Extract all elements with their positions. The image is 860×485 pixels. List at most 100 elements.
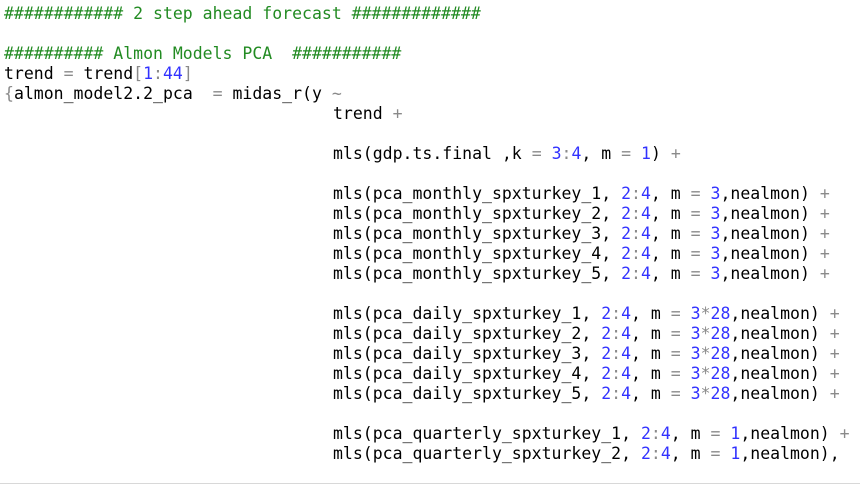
- code-editor[interactable]: ############ 2 step ahead forecast #####…: [0, 0, 860, 485]
- code-line-14[interactable]: mls(pca_monthly_spxturkey_5, 2:4, m = 3,…: [333, 264, 830, 284]
- code-token: =: [670, 304, 681, 323]
- code-token: 4: [571, 144, 582, 163]
- code-token: +: [819, 264, 830, 283]
- code-token: 2: [601, 344, 612, 363]
- code-token: mls(pca_daily_spxturkey_2,: [333, 324, 602, 343]
- code-token: mls(gdp.ts.final ,k: [333, 144, 532, 163]
- code-token: 3: [710, 264, 721, 283]
- code-token: 3: [690, 364, 701, 383]
- code-line-19[interactable]: mls(pca_daily_spxturkey_4, 2:4, m = 3*28…: [333, 364, 840, 384]
- code-token: trend: [4, 64, 64, 83]
- code-token: =: [670, 384, 681, 403]
- code-token: 44: [162, 64, 183, 83]
- code-line-5[interactable]: {almon_model2.2_pca = midas_r(y ~: [4, 84, 342, 104]
- code-token: ############ 2 step ahead forecast #####…: [4, 4, 481, 23]
- code-line-17[interactable]: mls(pca_daily_spxturkey_2, 2:4, m = 3*28…: [333, 324, 840, 344]
- code-token: 3: [690, 304, 701, 323]
- code-line-12[interactable]: mls(pca_monthly_spxturkey_3, 2:4, m = 3,…: [333, 224, 830, 244]
- code-token: +: [839, 424, 850, 443]
- code-line-8[interactable]: mls(gdp.ts.final ,k = 3:4, m = 1) +: [333, 144, 681, 164]
- code-line-1[interactable]: ############ 2 step ahead forecast #####…: [4, 4, 481, 24]
- code-token: ,nealmon): [730, 304, 830, 323]
- code-token: :: [561, 144, 572, 163]
- code-line-13[interactable]: mls(pca_monthly_spxturkey_4, 2:4, m = 3,…: [333, 244, 830, 264]
- code-token: , m: [631, 304, 671, 323]
- code-token: :: [631, 264, 641, 283]
- code-token: 3: [710, 244, 721, 263]
- code-token: ,nealmon): [730, 324, 830, 343]
- code-line-6[interactable]: trend +: [333, 104, 403, 124]
- code-token: +: [819, 204, 830, 223]
- code-line-4[interactable]: trend = trend[1:44]: [4, 64, 193, 84]
- code-token: ########## Almon Models PCA ###########: [4, 44, 402, 63]
- code-token: , m: [650, 264, 691, 283]
- code-token: :: [650, 424, 661, 443]
- code-token: , m: [631, 324, 671, 343]
- code-token: trend: [73, 64, 134, 83]
- code-token: 2: [601, 324, 612, 343]
- code-token: 4: [640, 264, 651, 283]
- code-token: =: [621, 144, 632, 163]
- code-token: ,nealmon): [720, 244, 820, 263]
- code-token: 4: [621, 324, 632, 343]
- code-token: , m: [650, 184, 691, 203]
- code-token: 28: [710, 304, 731, 323]
- code-token: 28: [710, 344, 731, 363]
- code-token: +: [819, 244, 830, 263]
- code-token: ,nealmon),: [740, 444, 840, 463]
- code-token: , m: [670, 444, 711, 463]
- code-token: ,nealmon): [730, 364, 830, 383]
- code-token: :: [631, 244, 641, 263]
- code-token: 3: [710, 184, 721, 203]
- code-token: +: [819, 224, 830, 243]
- code-line-18[interactable]: mls(pca_daily_spxturkey_3, 2:4, m = 3*28…: [333, 344, 840, 364]
- code-token: =: [690, 204, 701, 223]
- code-token: 4: [640, 184, 651, 203]
- code-line-23[interactable]: mls(pca_quarterly_spxturkey_2, 2:4, m = …: [333, 444, 840, 464]
- code-token: +: [829, 304, 840, 323]
- code-token: =: [63, 64, 74, 83]
- code-token: 4: [621, 384, 632, 403]
- code-token: , m: [581, 144, 622, 163]
- code-token: :: [650, 444, 661, 463]
- code-token: mls(pca_monthly_spxturkey_1,: [333, 184, 622, 203]
- code-line-11[interactable]: mls(pca_monthly_spxturkey_2, 2:4, m = 3,…: [333, 204, 830, 224]
- code-line-20[interactable]: mls(pca_daily_spxturkey_5, 2:4, m = 3*28…: [333, 384, 840, 404]
- code-token: :: [611, 384, 622, 403]
- code-line-16[interactable]: mls(pca_daily_spxturkey_1, 2:4, m = 3*28…: [333, 304, 840, 324]
- code-token: *: [700, 324, 711, 343]
- code-token: mls(pca_quarterly_spxturkey_2,: [333, 444, 641, 463]
- code-token: =: [690, 264, 701, 283]
- code-token: almon_model2.2_pca: [13, 84, 213, 103]
- code-token: 2: [601, 384, 612, 403]
- code-token: 2: [621, 224, 632, 243]
- code-line-3[interactable]: ########## Almon Models PCA ###########: [4, 44, 401, 64]
- code-token: =: [690, 244, 701, 263]
- code-token: *: [700, 364, 711, 383]
- code-token: 1: [143, 64, 154, 83]
- code-token: 4: [640, 204, 651, 223]
- code-line-22[interactable]: mls(pca_quarterly_spxturkey_1, 2:4, m = …: [333, 424, 850, 444]
- code-token: 2: [621, 244, 632, 263]
- code-line-10[interactable]: mls(pca_monthly_spxturkey_1, 2:4, m = 3,…: [333, 184, 830, 204]
- code-token: +: [819, 184, 830, 203]
- code-token: 4: [621, 364, 632, 383]
- code-token: 28: [710, 384, 731, 403]
- code-token: 4: [640, 224, 651, 243]
- code-token: ,nealmon): [740, 424, 840, 443]
- code-token: :: [611, 324, 622, 343]
- code-token: , m: [670, 424, 711, 443]
- code-token: mls(pca_monthly_spxturkey_3,: [333, 224, 622, 243]
- code-token: mls(pca_monthly_spxturkey_4,: [333, 244, 622, 263]
- code-token: 28: [710, 324, 731, 343]
- code-token: =: [690, 184, 701, 203]
- editor-bottom-border: [0, 483, 860, 484]
- code-token: {: [4, 84, 14, 103]
